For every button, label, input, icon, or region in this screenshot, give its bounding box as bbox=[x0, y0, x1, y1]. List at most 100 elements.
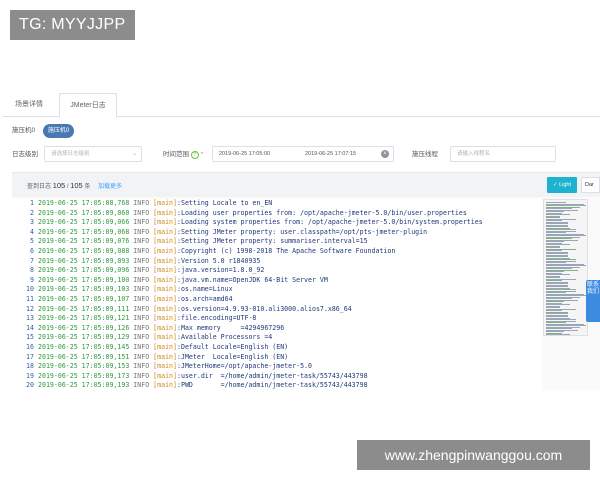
log-level-placeholder: 请选择日志级别 bbox=[51, 151, 90, 157]
help-icon[interactable]: ? bbox=[190, 151, 199, 159]
log-line-timestamp: 2019-06-25 17:05:09,068 bbox=[38, 227, 130, 236]
log-line-level: INFO bbox=[133, 323, 150, 332]
log-line-level: INFO bbox=[133, 314, 150, 323]
log-line-number: 4 bbox=[30, 227, 34, 236]
log-line-thread: [main] bbox=[153, 247, 177, 255]
log-line: 5 2019-06-25 17:05:09,076 INFO [main]:Set… bbox=[12, 237, 368, 247]
log-line: 9 2019-06-25 17:05:09,100 INFO [main]:jav… bbox=[12, 276, 328, 286]
log-line: 1 2019-06-25 17:05:08,768 INFO [main]:Set… bbox=[12, 199, 272, 209]
thread-input[interactable]: 请输入线程名 bbox=[450, 146, 556, 162]
log-line: 2 2019-06-25 17:05:09,060 INFO [main]:Loa… bbox=[12, 209, 467, 219]
contact-us-tab[interactable]: 联系我们 bbox=[586, 280, 600, 322]
log-line-message: :Version 5.0 r1840935 bbox=[177, 256, 261, 265]
log-line-message: :Loading user properties from: /opt/apac… bbox=[177, 208, 467, 217]
log-count-separator: / bbox=[66, 184, 69, 190]
log-line-message: :java.vm.name=OpenJDK 64-Bit Server VM bbox=[177, 275, 328, 284]
load-more-link[interactable]: 加载更多 bbox=[98, 184, 122, 190]
required-mark: * bbox=[200, 151, 204, 158]
machine-chip[interactable]: 施压机0 bbox=[43, 124, 74, 138]
log-line-number: 6 bbox=[30, 247, 34, 255]
log-line: 10 2019-06-25 17:05:09,103 INFO [main]:os… bbox=[12, 285, 233, 295]
log-minimap[interactable] bbox=[543, 199, 588, 336]
log-line-message: :os.name=Linux bbox=[177, 285, 233, 294]
log-level-select[interactable]: 请选择日志级别 ⌄ bbox=[44, 146, 142, 162]
log-line-thread: [main] bbox=[153, 381, 177, 390]
log-count-total: 105 bbox=[70, 181, 83, 190]
log-line-thread: [main] bbox=[153, 304, 177, 313]
log-line-number: 9 bbox=[30, 275, 34, 284]
clear-icon[interactable]: × bbox=[381, 150, 389, 158]
log-line-timestamp: 2019-06-25 17:05:09,107 bbox=[38, 295, 130, 303]
log-line-thread: [main] bbox=[153, 362, 177, 371]
log-line-message: :Setting Locale to en_EN bbox=[177, 199, 273, 207]
log-line-message: :user.dir =/home/admin/jmeter-task/55743… bbox=[177, 371, 368, 380]
log-line-thread: [main] bbox=[153, 208, 177, 217]
tab-jmeter-log[interactable]: JMeter日志 bbox=[59, 93, 117, 118]
log-line-thread: [main] bbox=[153, 218, 177, 227]
log-line-thread: [main] bbox=[153, 285, 177, 294]
log-line-message: :Setting JMeter property: summariser.int… bbox=[177, 237, 368, 246]
log-line-timestamp: 2019-06-25 17:05:09,103 bbox=[38, 285, 130, 294]
chevron-down-icon: ⌄ bbox=[131, 151, 137, 157]
log-line-level: INFO bbox=[133, 275, 150, 284]
log-line: 3 2019-06-25 17:05:09,066 INFO [main]:Loa… bbox=[12, 218, 483, 228]
log-line-number: 8 bbox=[30, 266, 34, 275]
log-line-message: :Setting JMeter property: user.classpath… bbox=[177, 227, 428, 236]
log-line: 19 2019-06-25 17:05:09,173 INFO [main]:us… bbox=[12, 372, 368, 382]
log-line-timestamp: 2019-06-25 17:05:09,088 bbox=[38, 247, 130, 255]
dark-theme-button[interactable]: Dar bbox=[581, 177, 600, 193]
log-line-message: :Loading system properties from: /opt/ap… bbox=[177, 218, 483, 227]
log-line-thread: [main] bbox=[153, 314, 177, 323]
log-line-level: INFO bbox=[133, 371, 150, 380]
log-line-thread: [main] bbox=[153, 266, 177, 275]
time-range-label-text: 时间范围 bbox=[163, 151, 189, 158]
log-line-message: :os.version=4.9.93-010.ali3000.alios7.x8… bbox=[177, 304, 352, 313]
log-line-number: 1 bbox=[30, 199, 34, 207]
time-range-picker[interactable]: 2019-06-25 17:05:00 2019-06-25 17:07:15 … bbox=[212, 146, 394, 162]
log-line-timestamp: 2019-06-25 17:05:09,145 bbox=[38, 343, 130, 351]
log-line: 15 2019-06-25 17:05:09,129 INFO [main]:Av… bbox=[12, 333, 272, 343]
tab-scene-details[interactable]: 场景详情 bbox=[3, 93, 55, 117]
log-count: 查到日志 105 / 105 条 加载更多 bbox=[27, 181, 122, 190]
tab-bar: 场景详情 JMeter日志 bbox=[3, 93, 600, 118]
log-line-level: INFO bbox=[133, 237, 150, 246]
log-count-suffix: 条 bbox=[84, 184, 91, 190]
log-line-level: INFO bbox=[133, 352, 150, 361]
watermark-top: TG: MYYJJPP bbox=[10, 10, 135, 40]
log-line-message: :java.version=1.8.0_92 bbox=[177, 266, 265, 275]
log-line-level: INFO bbox=[133, 304, 150, 313]
log-line-timestamp: 2019-06-25 17:05:09,193 bbox=[38, 381, 130, 390]
machine-label: 施压机0 bbox=[12, 127, 36, 134]
log-line: 18 2019-06-25 17:05:09,153 INFO [main]:JM… bbox=[12, 362, 312, 372]
log-line-message: :JMeterHome=/opt/apache-jmeter-5.0 bbox=[177, 362, 312, 371]
log-line-level: INFO bbox=[133, 362, 150, 371]
log-line-level: INFO bbox=[133, 343, 150, 351]
log-line: 16 2019-06-25 17:05:09,145 INFO [main]:De… bbox=[12, 343, 288, 353]
log-line-level: INFO bbox=[133, 199, 150, 207]
log-line-timestamp: 2019-06-25 17:05:09,126 bbox=[38, 323, 130, 332]
log-line-number: 18 bbox=[26, 362, 34, 371]
log-line-number: 5 bbox=[30, 237, 34, 246]
log-line: 11 2019-06-25 17:05:09,107 INFO [main]:os… bbox=[12, 295, 233, 305]
log-line-message: :file.encoding=UTF-8 bbox=[177, 314, 257, 323]
log-line: 12 2019-06-25 17:05:09,111 INFO [main]:os… bbox=[12, 305, 352, 315]
log-line-level: INFO bbox=[133, 218, 150, 227]
log-line-level: INFO bbox=[133, 256, 150, 265]
log-line-timestamp: 2019-06-25 17:05:09,100 bbox=[38, 275, 130, 284]
log-line: 7 2019-06-25 17:05:09,093 INFO [main]:Ver… bbox=[12, 257, 260, 267]
log-line-thread: [main] bbox=[153, 371, 177, 380]
light-theme-label: Light bbox=[559, 182, 572, 188]
log-line-level: INFO bbox=[133, 227, 150, 236]
log-line-thread: [main] bbox=[153, 352, 177, 361]
log-line-level: INFO bbox=[133, 333, 150, 342]
light-theme-button[interactable]: ✓ Light bbox=[547, 177, 577, 193]
log-line: 13 2019-06-25 17:05:09,121 INFO [main]:fi… bbox=[12, 314, 256, 324]
time-range-start[interactable]: 2019-06-25 17:05:00 bbox=[219, 147, 270, 161]
log-line-message: :JMeter Locale=English (EN) bbox=[177, 352, 289, 361]
log-lines[interactable]: 1 2019-06-25 17:05:08,768 INFO [main]:Set… bbox=[12, 199, 542, 391]
log-line-thread: [main] bbox=[153, 256, 177, 265]
log-line-message: :Copyright (c) 1998-2018 The Apache Soft… bbox=[177, 247, 396, 255]
thread-placeholder: 请输入线程名 bbox=[457, 151, 491, 157]
time-range-end[interactable]: 2019-06-25 17:07:15 bbox=[305, 147, 356, 161]
log-line-timestamp: 2019-06-25 17:05:09,093 bbox=[38, 256, 130, 265]
